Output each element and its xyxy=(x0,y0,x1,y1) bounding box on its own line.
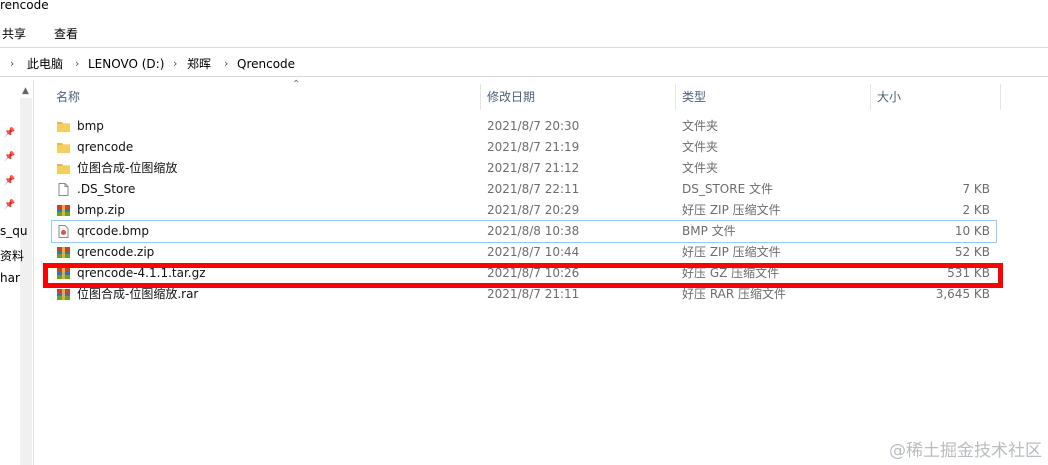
file-name: bmp.zip xyxy=(77,203,125,217)
tab-view[interactable]: 查看 xyxy=(54,24,92,44)
watermark: @稀土掘金技术社区 xyxy=(889,441,1042,461)
file-name: qrcode.bmp xyxy=(77,224,149,238)
file-size: 52 KB xyxy=(954,245,990,259)
file-size: 2 KB xyxy=(962,203,990,217)
tab-share[interactable]: 共享 xyxy=(2,24,40,44)
column-divider[interactable] xyxy=(675,84,676,110)
chevron-right-icon[interactable]: › xyxy=(10,52,14,76)
navigation-pane: ▲ 📌 📌 📌 📌 s_qu 资料 har xyxy=(0,80,34,465)
column-header-type[interactable]: 类型 xyxy=(682,88,706,105)
highlight-annotation-box xyxy=(43,263,1003,288)
folder-icon xyxy=(57,164,70,174)
column-header-date[interactable]: 修改日期 xyxy=(487,88,535,105)
file-date: 2021/8/7 10:44 xyxy=(487,245,580,259)
file-icon xyxy=(58,183,69,196)
scroll-up-icon[interactable]: ▲ xyxy=(22,86,29,96)
pin-icon[interactable]: 📌 xyxy=(4,176,15,186)
file-name: .DS_Store xyxy=(77,182,136,196)
address-bar[interactable]: › 此电脑 › LENOVO (D:) › 郑晖 › Qrencode xyxy=(0,52,1048,77)
file-type: 好压 ZIP 压缩文件 xyxy=(682,203,781,217)
file-row[interactable]: qrcode.bmp 2021/8/8 10:38 BMP 文件 10 KB xyxy=(51,220,997,243)
pin-icon[interactable]: 📌 xyxy=(4,128,15,138)
pin-icon[interactable]: 📌 xyxy=(4,152,15,162)
file-date: 2021/8/7 20:29 xyxy=(487,203,580,217)
file-date: 2021/8/8 10:38 xyxy=(487,224,580,238)
ribbon-tabs: 共享 查看 xyxy=(0,24,92,44)
column-header-size[interactable]: 大小 xyxy=(877,88,901,105)
ribbon-divider xyxy=(0,47,1048,48)
image-file-icon xyxy=(58,225,69,238)
column-divider[interactable] xyxy=(870,84,871,110)
file-row[interactable]: 位图合成-位图缩放 2021/8/7 21:12 文件夹 xyxy=(52,158,996,179)
file-type: BMP 文件 xyxy=(682,224,736,238)
file-name: qrencode.zip xyxy=(77,245,155,259)
archive-icon xyxy=(57,289,70,300)
file-row[interactable]: bmp.zip 2021/8/7 20:29 好压 ZIP 压缩文件 2 KB xyxy=(52,200,996,221)
column-divider[interactable] xyxy=(480,84,481,110)
column-header-name[interactable]: 名称 xyxy=(56,88,80,105)
file-date: 2021/8/7 20:30 xyxy=(487,119,580,133)
file-row[interactable]: .DS_Store 2021/8/7 22:11 DS_STORE 文件 7 K… xyxy=(52,179,996,200)
folder-icon xyxy=(57,122,70,132)
breadcrumb-folder-user[interactable]: 郑晖 xyxy=(187,52,211,76)
nav-item-3[interactable]: har xyxy=(0,271,20,285)
file-type: 文件夹 xyxy=(682,140,719,154)
archive-icon xyxy=(57,247,70,258)
chevron-right-icon[interactable]: › xyxy=(173,52,177,76)
breadcrumb-folder-qrencode[interactable]: Qrencode xyxy=(237,52,295,76)
nav-item-2[interactable]: 资料 xyxy=(0,247,24,264)
window-title: rencode xyxy=(0,0,49,12)
file-row[interactable]: qrencode.zip 2021/8/7 10:44 好压 ZIP 压缩文件 … xyxy=(52,242,996,263)
file-type: 文件夹 xyxy=(682,119,719,133)
breadcrumb-drive[interactable]: LENOVO (D:) xyxy=(88,52,164,76)
file-type: DS_STORE 文件 xyxy=(682,182,773,196)
archive-icon xyxy=(57,205,70,216)
chevron-right-icon[interactable]: › xyxy=(224,52,228,76)
nav-scrollbar[interactable] xyxy=(20,98,32,465)
file-date: 2021/8/7 21:12 xyxy=(487,161,580,175)
file-date: 2021/8/7 22:11 xyxy=(487,182,580,196)
file-size: 10 KB xyxy=(954,224,990,238)
file-size: 7 KB xyxy=(962,182,990,196)
column-divider[interactable] xyxy=(1000,84,1001,110)
file-row[interactable]: qrencode 2021/8/7 21:19 文件夹 xyxy=(52,137,996,158)
file-name: bmp xyxy=(77,119,104,133)
sort-ascending-icon: ⌃ xyxy=(292,79,301,90)
file-type: 文件夹 xyxy=(682,161,719,175)
file-name: 位图合成-位图缩放 xyxy=(77,161,178,175)
file-name: qrencode xyxy=(77,140,134,154)
breadcrumb-this-pc[interactable]: 此电脑 xyxy=(27,52,63,76)
folder-icon xyxy=(57,143,70,153)
file-date: 2021/8/7 21:19 xyxy=(487,140,580,154)
pin-icon[interactable]: 📌 xyxy=(4,200,15,210)
file-type: 好压 ZIP 压缩文件 xyxy=(682,245,781,259)
chevron-right-icon[interactable]: › xyxy=(75,52,79,76)
file-row[interactable]: bmp 2021/8/7 20:30 文件夹 xyxy=(52,116,996,137)
nav-item-1[interactable]: s_qu xyxy=(0,224,27,238)
